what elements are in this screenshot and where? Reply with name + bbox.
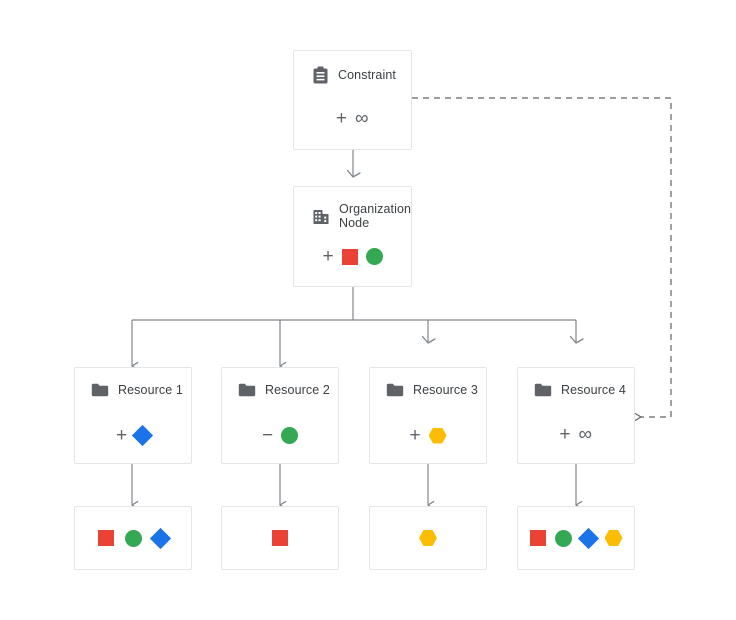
resource-2-value-row: − <box>222 426 338 445</box>
shape-circle-green <box>281 427 299 444</box>
resource-2-operator: − <box>261 425 274 446</box>
organization-header: Organization Node <box>294 187 411 230</box>
result-box-resource-4 <box>517 506 635 570</box>
shape-square-red <box>341 248 358 265</box>
resource-1-value-row: + <box>75 424 191 447</box>
shape-diamond-blue <box>149 527 172 549</box>
shape-hexagon-yellow <box>428 427 447 444</box>
shape-square-red <box>529 530 546 546</box>
shape-circle-green <box>365 248 383 265</box>
resource-4-infinity: ∞ <box>578 424 593 445</box>
resource-1-label: Resource 1 <box>118 383 183 397</box>
node-resource-2[interactable]: Resource 2 − <box>221 367 339 464</box>
result-box-resource-2 <box>221 506 339 570</box>
shape-diamond-blue <box>577 527 599 549</box>
result-box-resource-3 <box>369 506 487 570</box>
organization-value-row: + <box>294 247 411 266</box>
constraint-operator: + <box>335 108 348 129</box>
resource-2-label: Resource 2 <box>265 383 330 397</box>
node-resource-3[interactable]: Resource 3 + <box>369 367 487 464</box>
diagram-canvas: Constraint + ∞ Organization Node + Resou… <box>0 0 736 620</box>
node-resource-1[interactable]: Resource 1 + <box>74 367 192 464</box>
resource-3-label: Resource 3 <box>413 383 478 397</box>
organization-label: Organization Node <box>339 202 412 230</box>
folder-icon <box>534 383 552 397</box>
resource-4-label: Resource 4 <box>561 383 626 397</box>
shape-circle-green <box>554 529 572 547</box>
resource-1-operator: + <box>115 425 128 446</box>
shape-square-red <box>272 530 288 546</box>
constraint-infinity: ∞ <box>355 108 370 129</box>
constraint-header: Constraint <box>294 51 411 84</box>
result-box-resource-1 <box>74 506 192 570</box>
shape-circle-green <box>125 529 142 547</box>
folder-icon <box>386 383 404 397</box>
resource-3-header: Resource 3 <box>370 368 486 397</box>
shape-hexagon-yellow <box>604 530 623 546</box>
folder-icon <box>91 383 109 397</box>
node-resource-4[interactable]: Resource 4 + ∞ <box>517 367 635 464</box>
folder-icon <box>238 383 256 397</box>
shape-hexagon-yellow <box>419 530 437 546</box>
constraint-label: Constraint <box>338 68 396 82</box>
building-icon <box>313 210 329 224</box>
resource-1-header: Resource 1 <box>75 368 191 397</box>
resource-4-header: Resource 4 <box>518 368 634 397</box>
resource-4-value-row: + ∞ <box>518 425 634 444</box>
resource-3-operator: + <box>409 425 421 446</box>
clipboard-icon <box>313 66 328 84</box>
resource-4-operator: + <box>559 424 571 445</box>
resource-3-value-row: + <box>370 426 486 445</box>
constraint-value-row: + ∞ <box>294 109 411 128</box>
organization-operator: + <box>322 246 334 267</box>
node-constraint[interactable]: Constraint + ∞ <box>293 50 412 150</box>
node-organization[interactable]: Organization Node + <box>293 186 412 287</box>
shape-diamond-blue <box>131 424 154 447</box>
shape-square-red <box>98 530 114 546</box>
resource-2-header: Resource 2 <box>222 368 338 397</box>
